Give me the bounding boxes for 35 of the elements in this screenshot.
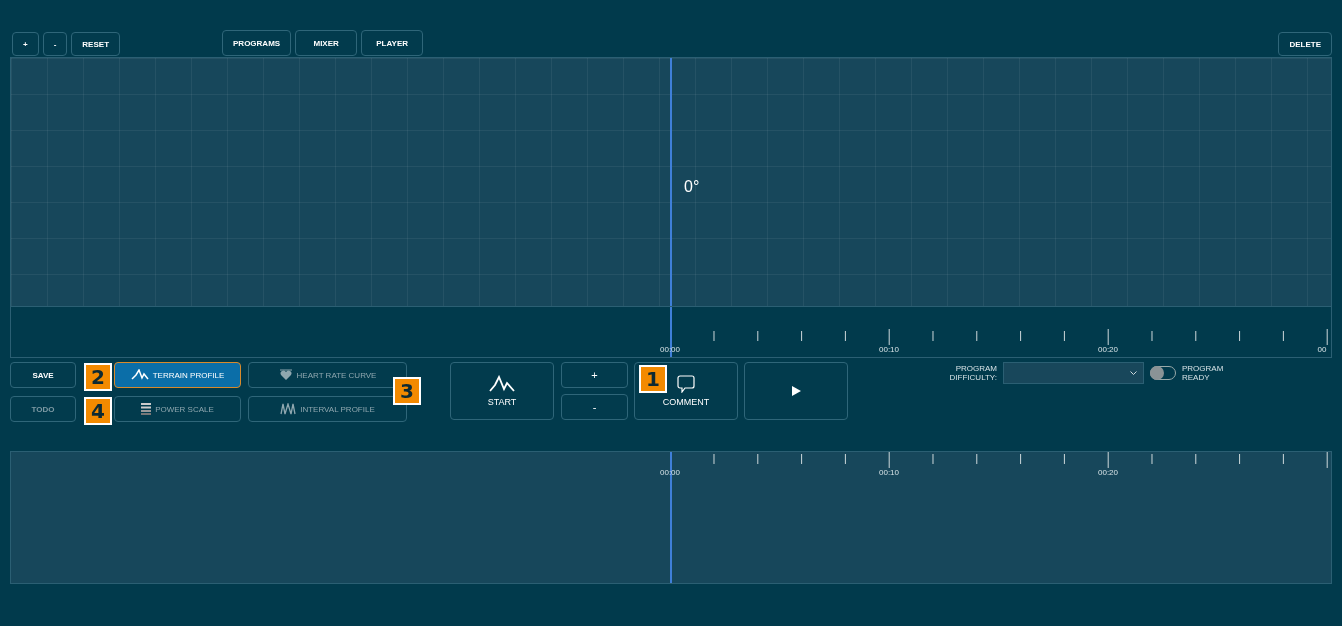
step-number-badge: 3 <box>393 377 421 405</box>
start-button[interactable]: START <box>450 362 554 420</box>
profile-button[interactable]: TERRAIN PROFILE <box>114 362 241 388</box>
view-tab[interactable]: PLAYER <box>361 30 424 56</box>
save-button[interactable]: SAVE <box>10 362 76 388</box>
zoom-button[interactable]: + <box>12 32 39 56</box>
profile-button[interactable]: POWER SCALE <box>114 396 241 422</box>
speech-bubble-icon <box>677 375 695 393</box>
time-label: 00:20 <box>1098 345 1118 354</box>
time-label: 00 <box>1317 345 1327 354</box>
time-label: 00:10 <box>879 345 899 354</box>
step-number-badge: 4 <box>84 397 112 425</box>
view-tab[interactable]: PROGRAMS <box>222 30 292 56</box>
play-button[interactable] <box>744 362 848 420</box>
step-button[interactable]: - <box>561 394 628 420</box>
step-number-badge: 2 <box>84 363 112 391</box>
difficulty-select[interactable] <box>1003 362 1144 384</box>
terrain-line-icon <box>489 375 515 393</box>
terrain-line-icon <box>130 369 149 381</box>
play-icon <box>791 386 801 396</box>
zoom-button[interactable]: - <box>42 32 68 56</box>
chevron-down-icon <box>1130 370 1137 376</box>
zoom-button[interactable]: RESET <box>71 32 120 56</box>
wave-icon <box>280 403 297 415</box>
time-label: 00:10 <box>879 468 899 477</box>
step-number-badge: 1 <box>639 365 667 393</box>
delete-button[interactable]: DELETE <box>1278 32 1332 56</box>
view-tab[interactable]: MIXER <box>295 30 358 56</box>
step-button[interactable]: + <box>561 362 628 388</box>
bars-icon <box>141 403 152 415</box>
ready-label: PROGRAM READY <box>1182 364 1225 382</box>
time-label: 00:20 <box>1098 468 1118 477</box>
heart-icon <box>278 369 293 381</box>
angle-label: 0° <box>684 178 700 196</box>
difficulty-label: PROGRAM DIFFICULTY: <box>948 364 997 382</box>
